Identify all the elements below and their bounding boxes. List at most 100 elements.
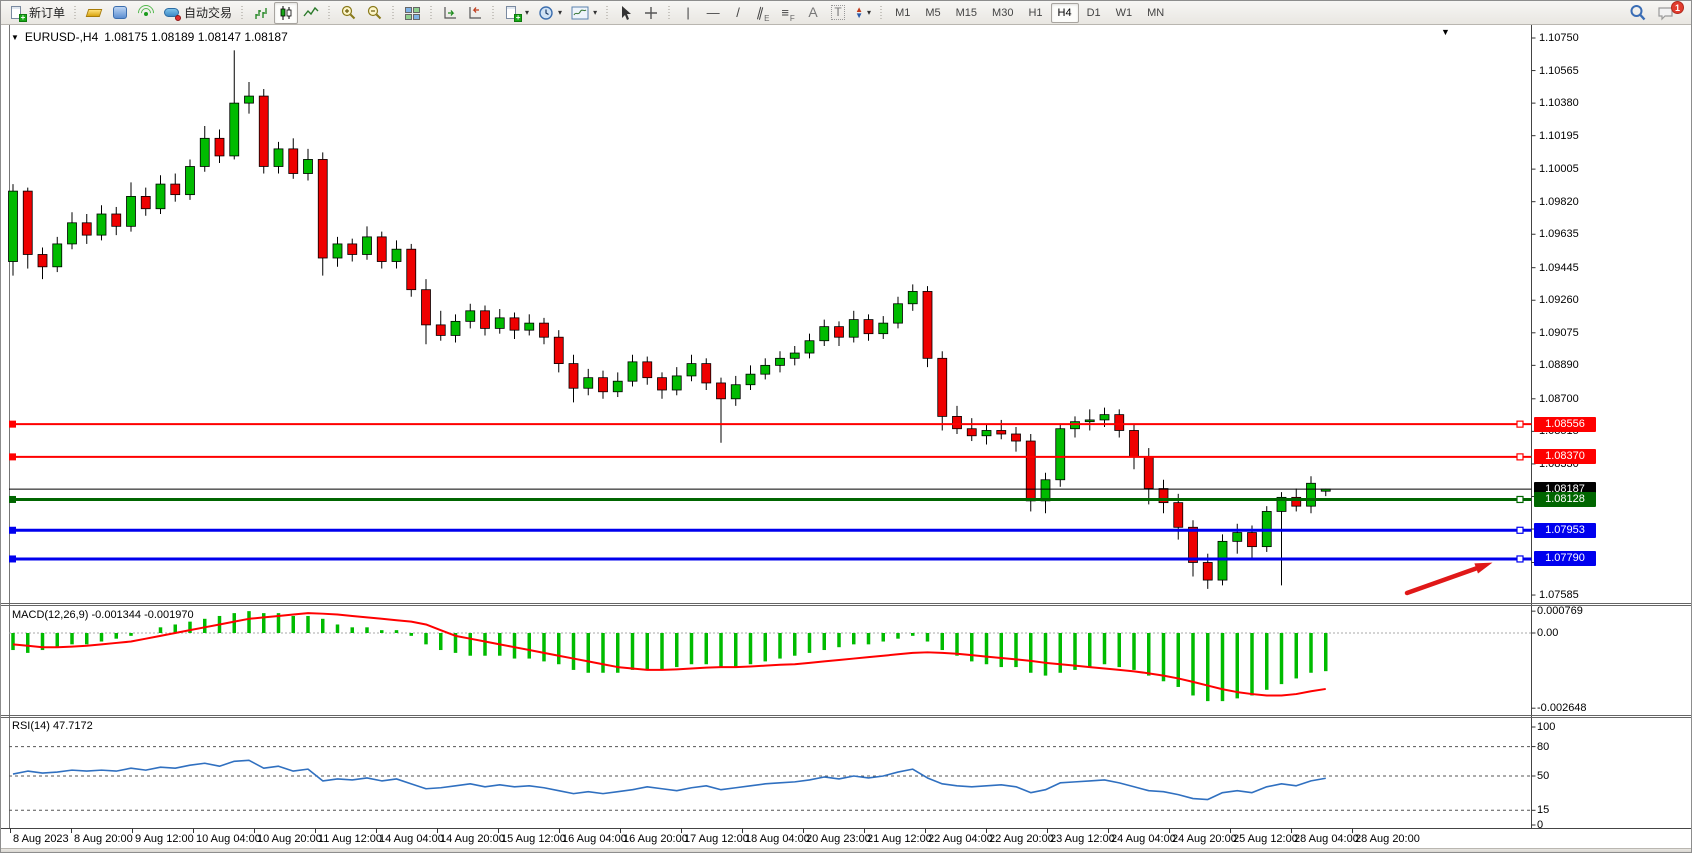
community-button[interactable]: [108, 2, 133, 24]
candle-body: [599, 378, 608, 392]
level-handle[interactable]: [1517, 556, 1523, 562]
equidistant-channel-button[interactable]: ∥ E: [751, 2, 775, 24]
new-order-button[interactable]: + 新订单: [5, 2, 69, 24]
timeframe-button-mn[interactable]: MN: [1140, 3, 1171, 23]
candle-body: [731, 385, 740, 399]
candle-body: [363, 237, 372, 255]
indicators-icon: +: [504, 5, 521, 21]
candle-body: [953, 416, 962, 428]
timeframe-button-w1[interactable]: W1: [1109, 3, 1140, 23]
candle-body: [1056, 429, 1065, 480]
candle-body: [1189, 527, 1198, 562]
cursor-icon: [619, 5, 633, 21]
candle-body: [215, 138, 224, 156]
latest-bar-marker[interactable]: ▼: [1441, 27, 1450, 37]
trendline-icon: /: [736, 6, 740, 19]
candle-body: [392, 249, 401, 261]
indicators-button[interactable]: + ▾: [500, 2, 533, 24]
chart-shift-icon: [467, 5, 483, 21]
arrow-annotation[interactable]: [1407, 566, 1483, 593]
auto-scroll-button[interactable]: [438, 2, 462, 24]
market-watch-button[interactable]: [82, 2, 107, 24]
timeframe-button-m1[interactable]: M1: [888, 3, 917, 23]
candle-body: [702, 364, 711, 383]
timeframe-button-m15[interactable]: M15: [949, 3, 984, 23]
timeframe-button-d1[interactable]: D1: [1080, 3, 1108, 23]
line-chart-button[interactable]: [299, 2, 323, 24]
chart-ohlc-values: 1.08175 1.08189 1.08147 1.08187: [104, 30, 288, 44]
chart-canvas[interactable]: [1, 25, 1692, 848]
trendline-button[interactable]: /: [726, 2, 750, 24]
horizontal-line-button[interactable]: —: [701, 2, 725, 24]
candle-body: [259, 96, 268, 166]
level-handle[interactable]: [1517, 421, 1523, 427]
dropdown-icon[interactable]: ▾: [558, 8, 562, 17]
template-icon: [571, 5, 589, 21]
arrow-annotation-head[interactable]: [1474, 563, 1492, 574]
candle-body: [422, 290, 431, 325]
candle-body: [1071, 422, 1080, 429]
tile-windows-icon: [404, 5, 421, 21]
tile-windows-button[interactable]: [400, 2, 425, 24]
candle-body: [849, 320, 858, 338]
text-label-icon: T: [831, 5, 844, 20]
candle-body: [820, 327, 829, 341]
level-handle[interactable]: [9, 555, 16, 562]
dropdown-icon[interactable]: ▾: [593, 8, 597, 17]
rsi-label: RSI(14) 47.7172: [12, 720, 93, 732]
level-handle[interactable]: [9, 496, 16, 503]
level-handle[interactable]: [9, 527, 16, 534]
candle-body: [53, 244, 62, 267]
zoom-out-button[interactable]: [362, 2, 387, 24]
candle-body: [628, 362, 637, 381]
arrows-icon: ▲ ▼: [855, 7, 863, 19]
dropdown-icon[interactable]: ▾: [525, 8, 529, 17]
community-icon: [112, 5, 129, 21]
signals-button[interactable]: [134, 2, 159, 24]
fibonacci-button[interactable]: ≡ F: [776, 2, 800, 24]
chat-icon[interactable]: 1: [1657, 5, 1679, 21]
zoom-in-button[interactable]: [336, 2, 361, 24]
candle-body: [82, 223, 91, 235]
dropdown-icon[interactable]: ▾: [867, 8, 871, 17]
toolbar-separator: [239, 3, 246, 23]
candle-body: [112, 214, 121, 226]
candlestick-chart-button[interactable]: [274, 2, 298, 24]
level-handle[interactable]: [9, 453, 16, 460]
candle-body: [643, 362, 652, 378]
candle-body: [1174, 503, 1183, 528]
level-handle[interactable]: [1517, 527, 1523, 533]
title-collapse-icon[interactable]: ▼: [11, 33, 19, 42]
text-tool-icon: A: [808, 6, 817, 19]
candle-body: [466, 311, 475, 322]
arrows-tool-button[interactable]: ▲ ▼ ▾: [851, 2, 875, 24]
text-tool-button[interactable]: A: [801, 2, 825, 24]
candle-body: [1248, 533, 1257, 547]
level-handle[interactable]: [1517, 496, 1523, 502]
periods-button[interactable]: ▾: [534, 2, 566, 24]
vertical-line-button[interactable]: |: [676, 2, 700, 24]
timeframe-button-m30[interactable]: M30: [985, 3, 1020, 23]
timeframe-button-h1[interactable]: H1: [1021, 3, 1049, 23]
candle-body: [274, 149, 283, 167]
text-label-button[interactable]: T: [826, 2, 850, 24]
search-icon[interactable]: [1629, 4, 1647, 22]
level-handle[interactable]: [1517, 454, 1523, 460]
candle-body: [141, 196, 150, 208]
autotrading-button[interactable]: 自动交易: [160, 2, 236, 24]
timeframe-button-m5[interactable]: M5: [918, 3, 947, 23]
bar-chart-button[interactable]: [249, 2, 273, 24]
candle-body: [377, 237, 386, 262]
timeframe-button-h4[interactable]: H4: [1051, 3, 1079, 23]
macd-values: -0.001344 -0.001970: [91, 609, 193, 621]
templates-button[interactable]: ▾: [567, 2, 601, 24]
candle-body: [1026, 441, 1035, 501]
cursor-button[interactable]: [614, 2, 638, 24]
chart-region[interactable]: 1.107501.105651.103801.101951.100051.098…: [1, 25, 1692, 848]
candle-body: [1144, 457, 1153, 489]
crosshair-button[interactable]: [639, 2, 663, 24]
chart-shift-button[interactable]: [463, 2, 487, 24]
candle-body: [658, 378, 667, 390]
candle-body: [1115, 415, 1124, 431]
level-handle[interactable]: [9, 421, 16, 428]
